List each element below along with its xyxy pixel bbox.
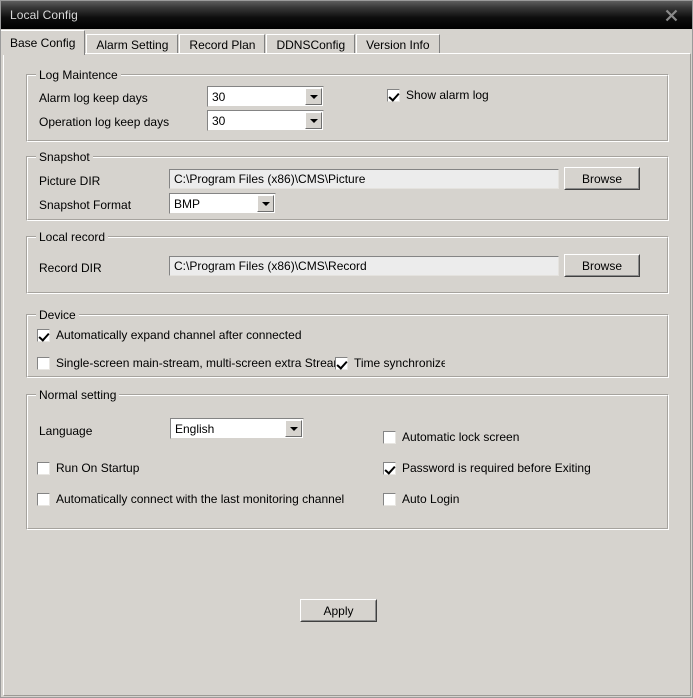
checkbox-box [383,430,396,444]
group-local-record: Local record Record DIR C:\Program Files… [26,230,669,294]
picture-dir-input[interactable]: C:\Program Files (x86)\CMS\Picture [169,169,559,189]
chevron-down-icon[interactable] [285,420,302,437]
time-synchronize-checkbox[interactable]: Time synchronize [335,356,445,370]
checkbox-box [37,328,50,342]
record-dir-label: Record DIR [39,261,102,275]
checkbox-box [37,461,50,475]
chevron-down-icon[interactable] [257,195,274,212]
auto-connect-last-channel-label: Automatically connect with the last moni… [56,492,345,506]
automatic-lock-screen-checkbox[interactable]: Automatic lock screen [383,430,519,444]
alarm-log-keep-days-label: Alarm log keep days [39,91,148,105]
checkbox-box [383,492,396,506]
close-button[interactable] [648,1,692,29]
group-title-log-maintence: Log Maintence [36,68,121,82]
window-title: Local Config [10,8,78,22]
tab-label: Base Config [10,36,76,50]
tab-label: Version Info [366,38,430,52]
run-on-startup-label: Run On Startup [56,461,140,475]
automatic-lock-screen-label: Automatic lock screen [402,430,520,444]
language-label: Language [39,424,93,438]
snapshot-format-value: BMP [174,196,201,211]
group-device: Device Automatically expand channel afte… [26,308,669,378]
tab-ddns-config[interactable]: DDNSConfig [266,34,356,55]
group-title-local-record: Local record [36,230,109,244]
auto-login-label: Auto Login [402,492,460,506]
picture-dir-value: C:\Program Files (x86)\CMS\Picture [174,172,366,186]
tab-base-config[interactable]: Base Config [1,30,86,55]
group-snapshot: Snapshot Picture DIR C:\Program Files (x… [26,150,669,221]
checkbox-box [37,492,50,506]
auto-expand-channel-checkbox[interactable]: Automatically expand channel after conne… [37,328,302,342]
group-title-snapshot: Snapshot [36,150,93,164]
operation-log-keep-days-value: 30 [212,113,226,128]
group-normal-setting: Normal setting Language English Run On S… [26,388,669,530]
record-dir-browse-button[interactable]: Browse [564,254,640,277]
run-on-startup-checkbox[interactable]: Run On Startup [37,461,139,475]
time-synchronize-label: Time synchronize [354,356,445,370]
show-alarm-log-checkbox[interactable]: Show alarm log [387,88,489,102]
checkbox-box [335,356,348,370]
title-bar: Local Config [1,1,692,29]
tab-version-info[interactable]: Version Info [356,34,440,55]
group-log-maintence: Log Maintence Alarm log keep days 30 Ope… [26,68,669,142]
show-alarm-log-label: Show alarm log [406,88,489,102]
tab-strip: Base Config Alarm Setting Record Plan DD… [1,29,692,55]
browse-label: Browse [581,171,622,186]
record-dir-input[interactable]: C:\Program Files (x86)\CMS\Record [169,256,559,276]
snapshot-format-select[interactable]: BMP [169,193,276,214]
password-before-exiting-checkbox[interactable]: Password is required before Exiting [383,461,591,475]
record-dir-value: C:\Program Files (x86)\CMS\Record [174,259,367,273]
alarm-log-keep-days-value: 30 [212,89,226,104]
tab-label: Record Plan [189,38,256,52]
apply-button[interactable]: Apply [300,599,377,622]
tab-label: Alarm Setting [96,38,169,52]
operation-log-keep-days-label: Operation log keep days [39,115,170,129]
group-title-device: Device [36,308,79,322]
auto-login-checkbox[interactable]: Auto Login [383,492,459,506]
picture-dir-label: Picture DIR [39,174,101,188]
group-title-normal-setting: Normal setting [36,388,120,402]
chevron-down-icon[interactable] [305,88,322,105]
password-before-exiting-label: Password is required before Exiting [402,461,591,475]
single-screen-mainstream-label: Single-screen main-stream, multi-screen … [56,356,344,370]
auto-connect-last-channel-checkbox[interactable]: Automatically connect with the last moni… [37,492,344,506]
language-value: English [175,421,215,436]
tab-record-plan[interactable]: Record Plan [179,34,266,55]
auto-expand-channel-label: Automatically expand channel after conne… [56,328,302,342]
browse-label: Browse [581,258,622,273]
close-icon [665,9,677,21]
chevron-down-icon[interactable] [305,112,322,129]
operation-log-keep-days-select[interactable]: 30 [207,110,324,131]
tab-label: DDNSConfig [276,38,346,52]
tab-alarm-setting[interactable]: Alarm Setting [86,34,179,55]
apply-label: Apply [323,603,354,618]
local-config-window: Local Config Base Config Alarm Setting R… [0,0,693,698]
language-select[interactable]: English [170,418,304,439]
alarm-log-keep-days-select[interactable]: 30 [207,86,324,107]
picture-dir-browse-button[interactable]: Browse [564,167,640,190]
checkbox-box [383,461,396,475]
checkbox-box [37,356,50,370]
snapshot-format-label: Snapshot Format [39,198,132,212]
single-screen-mainstream-checkbox[interactable]: Single-screen main-stream, multi-screen … [37,356,343,370]
checkbox-box [387,88,400,102]
base-config-panel: Log Maintence Alarm log keep days 30 Ope… [3,53,691,696]
